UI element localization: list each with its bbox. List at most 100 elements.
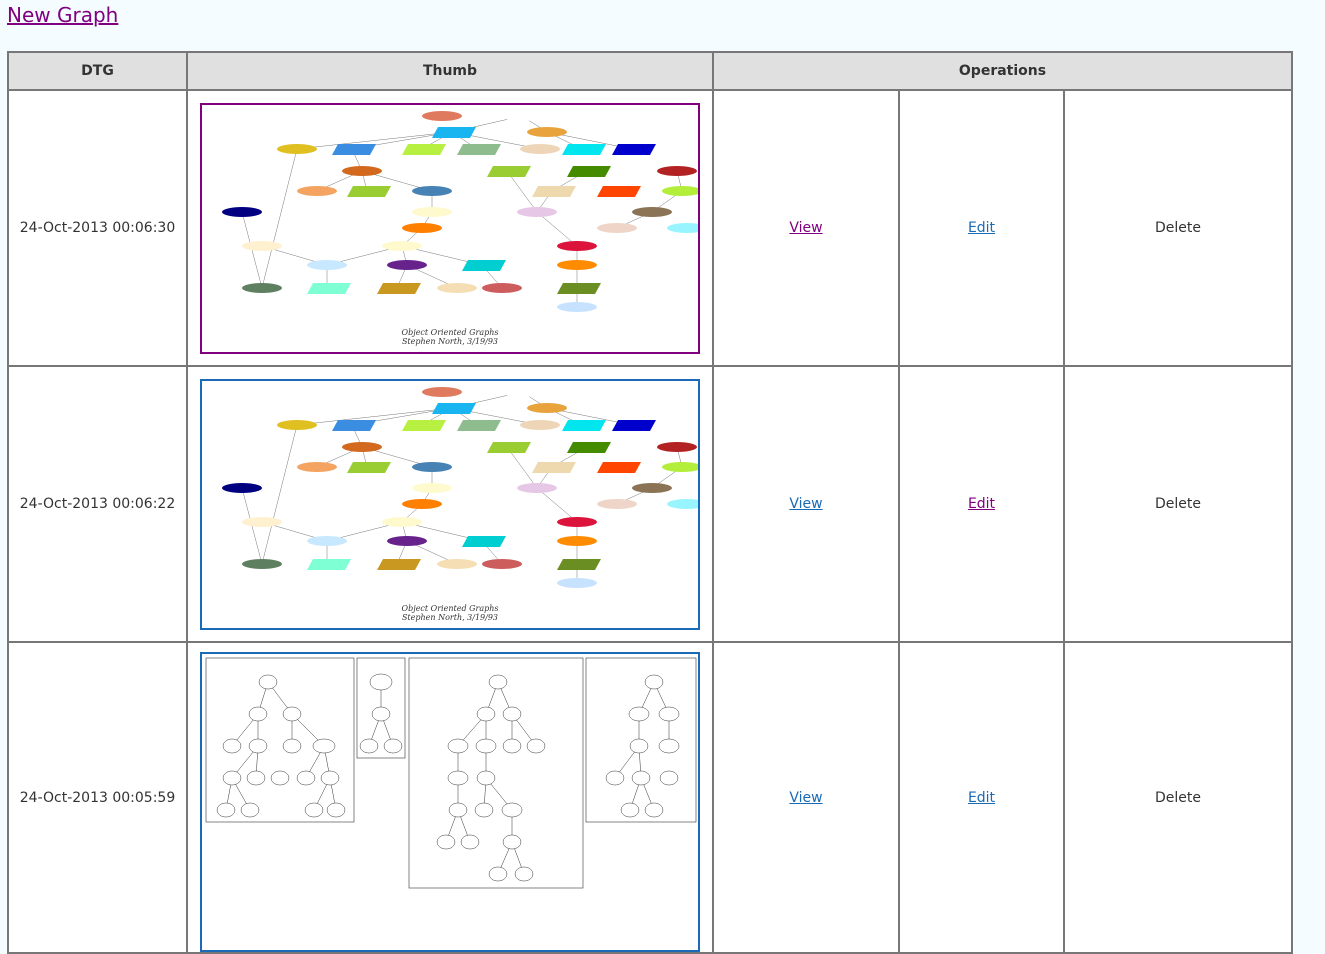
- graph-edge: [536, 487, 578, 522]
- delete-link[interactable]: Delete: [1155, 496, 1201, 512]
- graph-node: [402, 222, 442, 233]
- graph-node: [432, 126, 476, 138]
- graph-node: [297, 185, 337, 196]
- view-cell: View: [712, 365, 900, 643]
- thumb-caption: Object Oriented Graphs Stephen North, 3/…: [202, 604, 698, 622]
- graph-node: [342, 441, 382, 452]
- graph-node: [382, 516, 422, 527]
- thumb-cell: [186, 641, 714, 954]
- graph-node: [557, 577, 597, 588]
- graph-node: [597, 185, 641, 197]
- table-row: 24-Oct-2013 00:06:22 Object Oriented Gra…: [7, 365, 1293, 643]
- graph-node: [517, 206, 557, 217]
- graph-node: [307, 558, 351, 570]
- graph-node: [557, 558, 601, 570]
- graph-node: [437, 558, 477, 569]
- column-header-operations: Operations: [712, 51, 1293, 91]
- graph-node: [557, 259, 597, 270]
- graph-node: [242, 558, 282, 569]
- delete-link[interactable]: Delete: [1155, 220, 1201, 236]
- graph-node: [567, 165, 611, 177]
- graph-node: [277, 419, 317, 430]
- view-cell: View: [712, 641, 900, 954]
- graph-node: [347, 461, 391, 473]
- graph-node: [502, 110, 542, 121]
- graph-node: [457, 143, 501, 155]
- graph-node: [402, 498, 442, 509]
- graph-node: [307, 282, 351, 294]
- graph-node: [382, 240, 422, 251]
- view-link[interactable]: View: [789, 496, 822, 512]
- graph-thumbnail[interactable]: [200, 652, 700, 952]
- graph-node: [632, 482, 672, 493]
- graph-node: [332, 419, 376, 431]
- graph-node: [597, 461, 641, 473]
- thumb-caption-title: Object Oriented Graphs: [401, 603, 499, 613]
- graph-node: [612, 143, 656, 155]
- graph-node: [557, 535, 597, 546]
- column-header-thumb: Thumb: [186, 51, 714, 91]
- view-link[interactable]: View: [789, 790, 822, 806]
- graph-node: [557, 282, 601, 294]
- graph-node: [242, 282, 282, 293]
- expression-tree-diagram: [205, 657, 697, 889]
- graph-node: [520, 143, 560, 154]
- graph-node: [242, 240, 282, 251]
- graph-node: [662, 185, 698, 196]
- graph-node: [612, 419, 656, 431]
- thumb-cell: Object Oriented Graphs Stephen North, 3/…: [186, 89, 714, 367]
- graph-node: [532, 185, 576, 197]
- graph-node: [412, 461, 452, 472]
- graph-node: [657, 165, 697, 176]
- thumb-cell: Object Oriented Graphs Stephen North, 3/…: [186, 365, 714, 643]
- graph-thumbnail[interactable]: Object Oriented Graphs Stephen North, 3/…: [200, 102, 700, 354]
- graph-node: [517, 482, 557, 493]
- graph-node: [242, 516, 282, 527]
- graph-node: [667, 498, 698, 509]
- dtg-cell: 24-Oct-2013 00:06:22: [7, 365, 188, 643]
- thumb-caption: Object Oriented Graphs Stephen North, 3/…: [202, 328, 698, 346]
- new-graph-link[interactable]: New Graph: [7, 3, 118, 27]
- graph-node: [347, 185, 391, 197]
- graph-node: [342, 165, 382, 176]
- graph-node: [422, 386, 462, 397]
- graph-node: [402, 419, 446, 431]
- graph-node: [297, 461, 337, 472]
- graph-edge: [261, 424, 298, 564]
- edit-cell: Edit: [898, 641, 1065, 954]
- graph-node: [487, 441, 531, 453]
- graph-node: [307, 259, 347, 270]
- graph-node: [377, 282, 421, 294]
- graph-node: [277, 143, 317, 154]
- graph-node: [412, 206, 452, 217]
- graph-edge: [506, 446, 538, 488]
- thumb-caption-title: Object Oriented Graphs: [401, 327, 499, 337]
- graph-node: [387, 259, 427, 270]
- table-row: 24-Oct-2013 00:05:59 View Edit Delete: [7, 641, 1293, 954]
- graph-node: [462, 535, 506, 547]
- view-link[interactable]: View: [789, 220, 822, 236]
- edit-link[interactable]: Edit: [968, 220, 995, 236]
- graph-node: [387, 535, 427, 546]
- graph-table: DTG Thumb Operations 24-Oct-2013 00:06:3…: [7, 51, 1293, 954]
- dtg-cell: 24-Oct-2013 00:06:30: [7, 89, 188, 367]
- graph-node: [527, 126, 567, 137]
- view-cell: View: [712, 89, 900, 367]
- graph-node: [422, 110, 462, 121]
- oo-graph-diagram: [222, 386, 698, 588]
- delete-link[interactable]: Delete: [1155, 790, 1201, 806]
- graph-node: [557, 516, 597, 527]
- column-header-dtg: DTG: [7, 51, 188, 91]
- edit-link[interactable]: Edit: [968, 790, 995, 806]
- graph-node: [402, 143, 446, 155]
- graph-thumbnail[interactable]: Object Oriented Graphs Stephen North, 3/…: [200, 378, 700, 630]
- graph-node: [432, 402, 476, 414]
- graph-edge: [536, 211, 578, 246]
- graph-node: [657, 441, 697, 452]
- edit-link[interactable]: Edit: [968, 496, 995, 512]
- graph-node: [532, 461, 576, 473]
- graph-node: [462, 259, 506, 271]
- graph-node: [562, 143, 606, 155]
- graph-node: [332, 143, 376, 155]
- graph-node: [482, 282, 522, 293]
